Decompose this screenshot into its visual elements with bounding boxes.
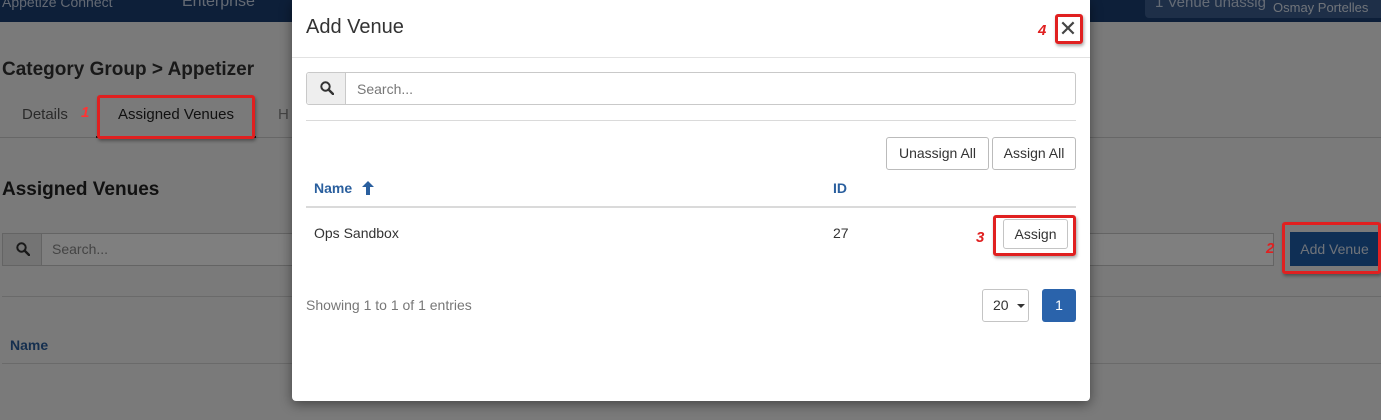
venue-search: [306, 72, 1076, 105]
callout-number-3: 3: [976, 229, 985, 246]
add-venue-modal: Add Venue ✕ Unassign All Assign All Name…: [292, 0, 1090, 401]
page-button-1[interactable]: 1: [1042, 289, 1076, 322]
column-header-name[interactable]: Name: [314, 180, 352, 196]
callout-number-2: 2: [1266, 240, 1275, 257]
search-icon: [320, 81, 334, 95]
venue-name-cell: Ops Sandbox: [314, 225, 399, 241]
callout-box-2: [1282, 222, 1381, 274]
page-size-value: 20: [993, 297, 1009, 313]
venue-id-cell: 27: [833, 225, 849, 241]
search-addon: [307, 73, 346, 104]
callout-box-3: [993, 215, 1076, 256]
divider: [306, 120, 1076, 121]
table-header-divider: [306, 206, 1076, 208]
venue-search-input[interactable]: [347, 73, 1075, 104]
callout-number-1: 1: [81, 104, 90, 121]
callout-number-4: 4: [1038, 22, 1047, 39]
unassign-all-button[interactable]: Unassign All: [886, 137, 989, 170]
caret-down-icon: [1017, 304, 1025, 308]
modal-title: Add Venue: [306, 16, 404, 38]
assign-all-button[interactable]: Assign All: [992, 137, 1076, 170]
sort-ascending-icon[interactable]: [362, 181, 374, 195]
pagination-info: Showing 1 to 1 of 1 entries: [306, 297, 472, 313]
modal-header: Add Venue ✕: [292, 0, 1090, 58]
page-size-select[interactable]: 20: [982, 289, 1029, 322]
column-header-id[interactable]: ID: [833, 180, 847, 196]
callout-box-1: [97, 95, 255, 139]
callout-box-4: [1055, 14, 1083, 44]
